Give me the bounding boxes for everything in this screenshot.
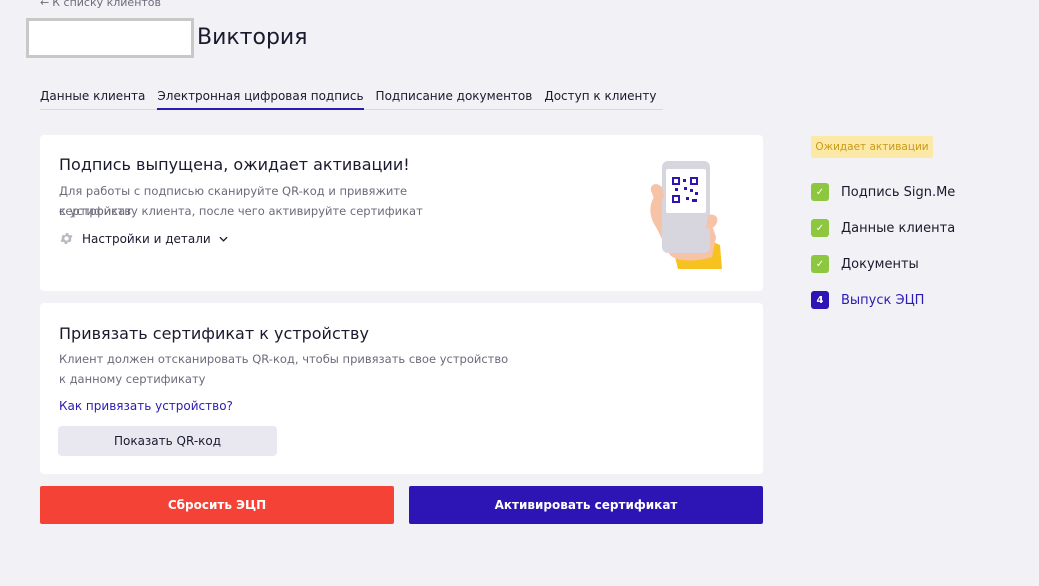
check-icon: ✓ (811, 255, 829, 273)
bind-certificate-card: Привязать сертификат к устройству Клиент… (40, 303, 763, 474)
gear-icon (60, 233, 73, 244)
step-label: Выпуск ЭЦП (841, 292, 925, 308)
progress-steps: ✓ Подпись Sign.Me ✓ Данные клиента ✓ Док… (811, 183, 955, 327)
arrow-left-icon: ← (40, 0, 50, 9)
activate-certificate-button[interactable]: Активировать сертификат (409, 486, 763, 524)
redacted-surname (26, 18, 194, 58)
status-badge: Ожидает активации (811, 136, 933, 158)
back-link-label: К списку клиентов (52, 0, 162, 9)
page-title: Виктория (197, 25, 308, 50)
step-label: Документы (841, 256, 919, 272)
back-to-clients-link[interactable]: ← К списку клиентов (40, 0, 161, 9)
bind-card-title: Привязать сертификат к устройству (59, 324, 369, 343)
signature-status-card: Подпись выпущена, ожидает активации! Для… (40, 135, 763, 291)
check-icon: ✓ (811, 219, 829, 237)
signature-card-title: Подпись выпущена, ожидает активации! (59, 155, 410, 174)
step-documents: ✓ Документы (811, 255, 955, 273)
step-label: Подпись Sign.Me (841, 184, 956, 200)
step-client-data: ✓ Данные клиента (811, 219, 955, 237)
settings-details-toggle[interactable]: Настройки и детали (59, 231, 228, 246)
step-label: Данные клиента (841, 220, 956, 236)
show-qr-button[interactable]: Показать QR-код (58, 426, 277, 456)
step-number-badge: 4 (811, 291, 829, 309)
signature-card-text-line2: к устройству клиента, после чего активир… (59, 204, 423, 218)
check-icon: ✓ (811, 183, 829, 201)
tab-document-signing[interactable]: Подписание документов (370, 89, 539, 109)
step-signature-issue: 4 Выпуск ЭЦП (811, 291, 955, 309)
bind-card-text-line2: к данному сертификату (59, 372, 206, 386)
reset-signature-button[interactable]: Сбросить ЭЦП (40, 486, 394, 524)
tab-digital-signature[interactable]: Электронная цифровая подпись (151, 89, 369, 110)
chevron-down-icon (219, 236, 228, 242)
step-sign-me: ✓ Подпись Sign.Me (811, 183, 955, 201)
settings-details-label: Настройки и детали (82, 231, 211, 246)
phone-qr-illustration (650, 161, 722, 269)
how-to-bind-link[interactable]: Как привязать устройство? (59, 399, 233, 413)
tab-client-access[interactable]: Доступ к клиенту (538, 89, 662, 109)
tab-client-data[interactable]: Данные клиента (40, 89, 151, 109)
bind-card-text-line1: Клиент должен отсканировать QR-код, чтоб… (59, 352, 509, 366)
tab-bar: Данные клиента Электронная цифровая подп… (40, 89, 663, 110)
